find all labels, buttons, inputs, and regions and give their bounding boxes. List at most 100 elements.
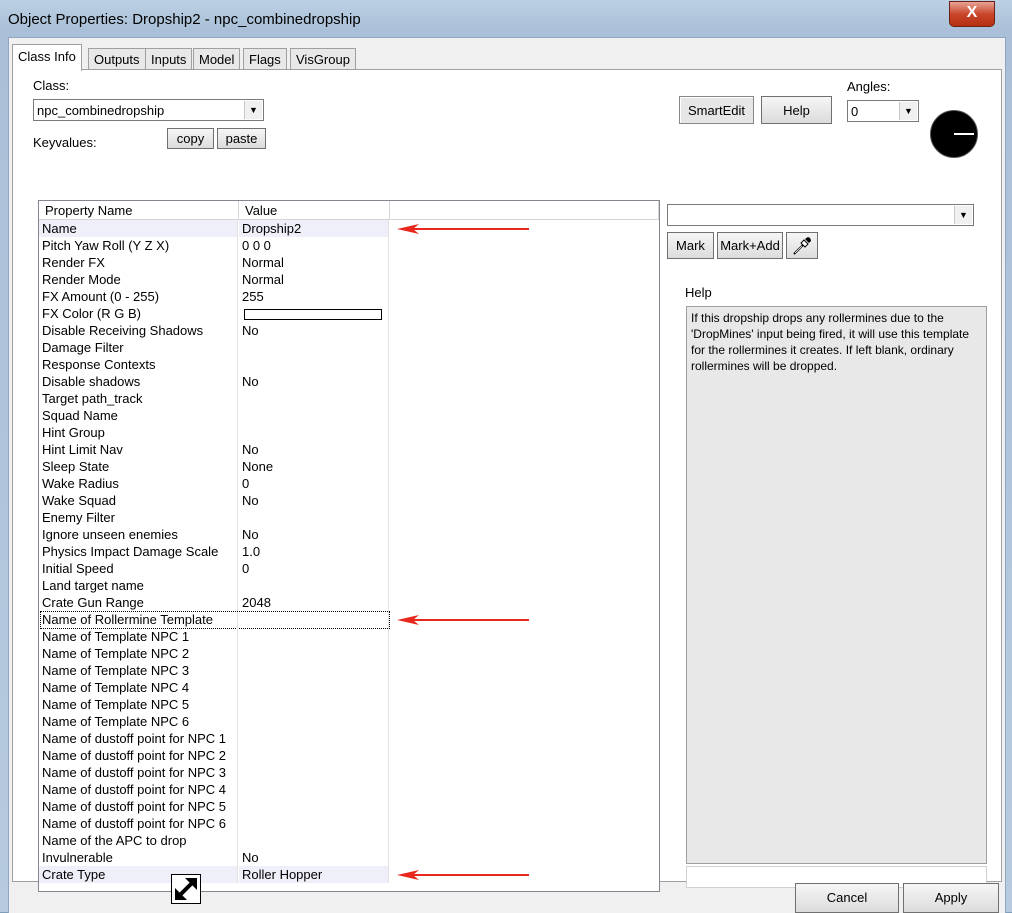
- property-value-cell[interactable]: 1.0: [239, 543, 389, 560]
- title-bar[interactable]: Object Properties: Dropship2 - npc_combi…: [0, 0, 1012, 38]
- property-value-cell[interactable]: [239, 832, 389, 849]
- keyvalues-grid[interactable]: Property Name Value Name Dropship2 Pitch Y…: [38, 200, 660, 892]
- property-name-cell[interactable]: Wake Radius: [39, 475, 238, 492]
- grid-row[interactable]: Name of dustoff point for NPC 3: [39, 764, 659, 781]
- property-name-cell[interactable]: Pitch Yaw Roll (Y Z X): [39, 237, 238, 254]
- grid-row[interactable]: Initial Speed 0: [39, 560, 659, 577]
- property-value-cell[interactable]: 255: [239, 288, 389, 305]
- grid-row[interactable]: Name of the APC to drop: [39, 832, 659, 849]
- grid-row[interactable]: Invulnerable No: [39, 849, 659, 866]
- grid-row[interactable]: Land target name: [39, 577, 659, 594]
- property-name-cell[interactable]: Hint Group: [39, 424, 238, 441]
- grid-row[interactable]: Crate Gun Range 2048: [39, 594, 659, 611]
- property-name-cell[interactable]: Name of dustoff point for NPC 4: [39, 781, 238, 798]
- grid-row[interactable]: FX Color (R G B): [39, 305, 659, 322]
- property-value-cell[interactable]: [239, 815, 389, 832]
- property-value-cell[interactable]: No: [239, 492, 389, 509]
- grid-row[interactable]: Render Mode Normal: [39, 271, 659, 288]
- property-name-cell[interactable]: Name of dustoff point for NPC 5: [39, 798, 238, 815]
- property-name-cell[interactable]: Name of Template NPC 5: [39, 696, 238, 713]
- property-name-cell[interactable]: Name of dustoff point for NPC 1: [39, 730, 238, 747]
- eyedropper-button[interactable]: [786, 232, 818, 259]
- property-name-cell[interactable]: Render Mode: [39, 271, 238, 288]
- grid-row[interactable]: Wake Squad No: [39, 492, 659, 509]
- property-value-cell[interactable]: No: [239, 322, 389, 339]
- property-value-cell[interactable]: [239, 781, 389, 798]
- grid-row[interactable]: Name of Template NPC 4: [39, 679, 659, 696]
- chevron-down-icon[interactable]: ▼: [899, 102, 917, 120]
- property-name-cell[interactable]: Name of Template NPC 4: [39, 679, 238, 696]
- grid-row[interactable]: Hint Limit Nav No: [39, 441, 659, 458]
- property-value-cell[interactable]: No: [239, 373, 389, 390]
- property-name-cell[interactable]: Invulnerable: [39, 849, 238, 866]
- property-name-cell[interactable]: Land target name: [39, 577, 238, 594]
- property-name-cell[interactable]: Disable Receiving Shadows: [39, 322, 238, 339]
- column-header-value[interactable]: Value: [239, 201, 390, 220]
- property-value-cell[interactable]: [239, 356, 389, 373]
- grid-row[interactable]: Name of dustoff point for NPC 5: [39, 798, 659, 815]
- property-value-cell[interactable]: [239, 645, 389, 662]
- grid-row[interactable]: Disable shadows No: [39, 373, 659, 390]
- apply-button[interactable]: Apply: [903, 883, 999, 913]
- grid-row[interactable]: Response Contexts: [39, 356, 659, 373]
- property-name-cell[interactable]: Damage Filter: [39, 339, 238, 356]
- property-value-cell[interactable]: [239, 662, 389, 679]
- grid-row[interactable]: Physics Impact Damage Scale 1.0: [39, 543, 659, 560]
- angle-compass-icon[interactable]: [930, 110, 978, 158]
- property-value-cell[interactable]: No: [239, 526, 389, 543]
- resize-arrow-icon[interactable]: [171, 874, 201, 904]
- property-value-cell[interactable]: None: [239, 458, 389, 475]
- grid-row[interactable]: Target path_track: [39, 390, 659, 407]
- value-combo[interactable]: ▼: [667, 204, 974, 226]
- property-name-cell[interactable]: Name of dustoff point for NPC 3: [39, 764, 238, 781]
- property-name-cell[interactable]: FX Amount (0 - 255): [39, 288, 238, 305]
- property-name-cell[interactable]: Name: [39, 220, 238, 237]
- tab-visgroup[interactable]: VisGroup: [290, 48, 356, 70]
- grid-row[interactable]: Name of Template NPC 5: [39, 696, 659, 713]
- property-value-cell[interactable]: No: [239, 849, 389, 866]
- paste-button[interactable]: paste: [217, 128, 266, 149]
- column-header-property[interactable]: Property Name: [39, 201, 239, 220]
- smartedit-toggle-button[interactable]: SmartEdit: [679, 96, 754, 124]
- grid-row[interactable]: Ignore unseen enemies No: [39, 526, 659, 543]
- property-name-cell[interactable]: Name of Template NPC 3: [39, 662, 238, 679]
- property-value-cell[interactable]: Dropship2: [239, 220, 389, 237]
- property-value-cell[interactable]: [239, 509, 389, 526]
- property-value-cell[interactable]: 0: [239, 475, 389, 492]
- tab-class-info[interactable]: Class Info: [12, 44, 82, 71]
- mark-add-button[interactable]: Mark+Add: [717, 232, 783, 259]
- property-value-cell[interactable]: [239, 424, 389, 441]
- property-value-cell[interactable]: [239, 713, 389, 730]
- property-name-cell[interactable]: Name of Template NPC 6: [39, 713, 238, 730]
- grid-row[interactable]: Name of Template NPC 6: [39, 713, 659, 730]
- property-name-cell[interactable]: Ignore unseen enemies: [39, 526, 238, 543]
- property-name-cell[interactable]: Response Contexts: [39, 356, 238, 373]
- help-button[interactable]: Help: [761, 96, 832, 124]
- chevron-down-icon[interactable]: ▼: [954, 206, 972, 224]
- property-value-cell[interactable]: [239, 798, 389, 815]
- property-value-cell[interactable]: [239, 764, 389, 781]
- tab-model[interactable]: Model: [193, 48, 241, 70]
- property-value-cell[interactable]: Normal: [239, 254, 389, 271]
- grid-row[interactable]: Enemy Filter: [39, 509, 659, 526]
- property-value-cell[interactable]: 0 0 0: [239, 237, 389, 254]
- property-value-cell[interactable]: Normal: [239, 271, 389, 288]
- property-value-cell[interactable]: [239, 305, 389, 322]
- grid-row[interactable]: Name of Template NPC 3: [39, 662, 659, 679]
- property-value-cell[interactable]: [239, 730, 389, 747]
- property-value-cell[interactable]: [239, 747, 389, 764]
- property-name-cell[interactable]: Name of dustoff point for NPC 6: [39, 815, 238, 832]
- property-value-cell[interactable]: [239, 577, 389, 594]
- property-name-cell[interactable]: Disable shadows: [39, 373, 238, 390]
- property-name-cell[interactable]: Wake Squad: [39, 492, 238, 509]
- tab-flags[interactable]: Flags: [243, 48, 287, 70]
- mark-button[interactable]: Mark: [667, 232, 714, 259]
- property-name-cell[interactable]: Initial Speed: [39, 560, 238, 577]
- grid-row[interactable]: Name of Template NPC 2: [39, 645, 659, 662]
- cancel-button[interactable]: Cancel: [795, 883, 899, 913]
- property-name-cell[interactable]: Crate Type: [39, 866, 238, 883]
- property-value-cell[interactable]: 0: [239, 560, 389, 577]
- class-combo[interactable]: npc_combinedropship ▼: [33, 99, 264, 121]
- property-name-cell[interactable]: Name of Template NPC 2: [39, 645, 238, 662]
- tab-inputs[interactable]: Inputs: [145, 48, 193, 70]
